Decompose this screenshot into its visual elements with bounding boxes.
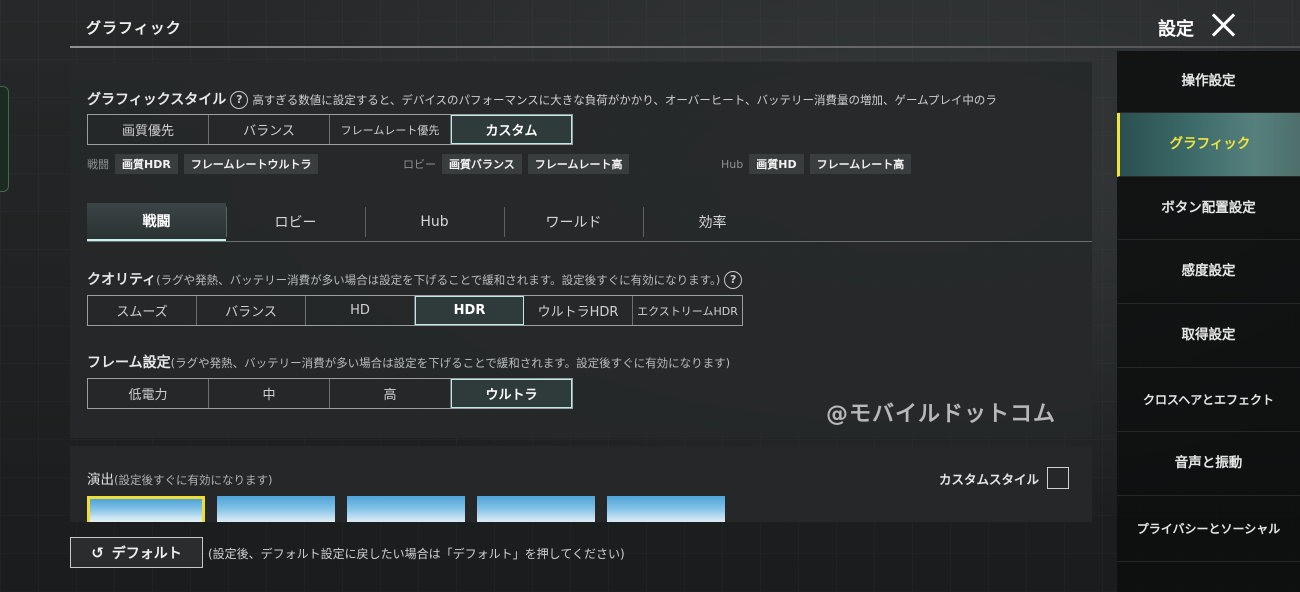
frame-header: フレーム設定(ラグや発熱、バッテリー消費が多い場合は設定を下げることで緩和されま…	[87, 352, 730, 372]
quality-option[interactable]: スムーズ	[88, 296, 197, 325]
preset-quality-chip: 画質HDR	[115, 154, 178, 174]
graphics-style-selector: 画質優先 バランス フレームレート優先 カスタム	[87, 114, 573, 145]
default-button-label: デフォルト	[111, 545, 182, 562]
preset-label: ロビー	[403, 158, 436, 171]
frame-selector: 低電力中高ウルトラ	[87, 378, 573, 409]
quality-header: クオリティ(ラグや発熱、バッテリー消費が多い場合は設定を下げることで緩和されます…	[87, 269, 746, 289]
preset-frame-chip: フレームレート高	[809, 154, 912, 174]
effect-thumbnail-3[interactable]	[347, 496, 465, 522]
preset-label: Hub	[721, 157, 744, 171]
quality-option[interactable]: ウルトラHDR	[524, 296, 633, 325]
settings-title: 設定	[1158, 19, 1194, 40]
preset-battle: 戦闘 画質HDR フレームレートウルトラ	[87, 154, 324, 174]
quality-note: (ラグや発熱、バッテリー消費が多い場合は設定を下げることで緩和されます。設定後す…	[156, 273, 721, 287]
graphics-style-option[interactable]: バランス	[209, 115, 330, 144]
preset-lobby: ロビー 画質バランス フレームレート高	[403, 154, 635, 174]
sidebar-item-6[interactable]: 音声と振動	[1117, 432, 1300, 496]
default-note: (設定後、デフォルト設定に戻したい場合は「デフォルト」を押してください)	[208, 547, 625, 561]
quality-option[interactable]: エクストリームHDR	[633, 296, 742, 325]
quality-label: クオリティ	[87, 272, 157, 288]
help-icon[interactable]: ?	[230, 90, 249, 109]
sidebar-item-0[interactable]: 操作設定	[1117, 51, 1300, 113]
tab-0[interactable]: 戦闘	[87, 203, 226, 241]
tab-2[interactable]: Hub	[365, 203, 504, 241]
tab-3[interactable]: ワールド	[504, 203, 643, 241]
undo-icon: ↺	[91, 543, 104, 562]
frame-label: フレーム設定	[87, 355, 171, 371]
tab-1[interactable]: ロビー	[226, 203, 365, 241]
preset-quality-chip: 画質バランス	[442, 154, 522, 174]
graphics-style-label: グラフィックスタイル	[87, 92, 227, 108]
preset-frame-chip: フレームレートウルトラ	[183, 154, 319, 174]
header-divider	[70, 46, 1300, 48]
quality-option[interactable]: バランス	[197, 296, 306, 325]
graphics-panel: グラフィックスタイル? 高すぎる数値に設定すると、デバイスのパフォーマンスに大きな…	[70, 62, 1092, 438]
sidebar-item-5[interactable]: クロスヘアとエフェクト	[1117, 368, 1300, 432]
graphics-style-option[interactable]: 画質優先	[88, 115, 209, 144]
preset-quality-chip: 画質HD	[749, 154, 804, 174]
sidebar-item-1[interactable]: グラフィック	[1117, 113, 1300, 177]
tab-4[interactable]: 効率	[643, 203, 782, 241]
preset-hub: Hub 画質HD フレームレート高	[721, 154, 917, 174]
effects-header: 演出(設定後すぐに有効になります)	[87, 468, 272, 488]
preset-frame-chip: フレームレート高	[527, 154, 630, 174]
help-icon[interactable]: ?	[724, 271, 743, 289]
frame-option[interactable]: ウルトラ	[451, 379, 572, 408]
effects-panel: 演出(設定後すぐに有効になります) カスタムスタイル	[70, 446, 1092, 522]
custom-style-label: カスタムスタイル	[939, 471, 1040, 487]
graphics-style-option[interactable]: フレームレート優先	[330, 115, 451, 144]
watermark: @モバイルドットコム	[826, 402, 1057, 427]
sidebar-item-2[interactable]: ボタン配置設定	[1117, 177, 1300, 240]
quality-option[interactable]: HD	[306, 296, 415, 325]
effect-thumbnail-1[interactable]	[87, 496, 205, 522]
effect-thumbnail-4[interactable]	[477, 496, 595, 522]
graphics-style-option[interactable]: カスタム	[451, 115, 572, 144]
frame-note: (ラグや発熱、バッテリー消費が多い場合は設定を下げることで緩和されます。設定後す…	[170, 356, 731, 370]
frame-option[interactable]: 高	[330, 379, 451, 408]
effects-label: 演出	[87, 472, 114, 488]
left-edge-handle	[0, 86, 9, 192]
quality-selector: スムーズ バランス HD HDR ウルトラHDR エクストリームHDR	[87, 295, 743, 326]
effect-thumbnail-5[interactable]	[607, 496, 725, 522]
graphics-style-header: グラフィックスタイル? 高すぎる数値に設定すると、デバイスのパフォーマンスに大きな…	[87, 89, 1085, 109]
custom-style-toggle: カスタムスタイル	[939, 467, 1070, 489]
sidebar-item-7[interactable]: プライバシーとソーシャル	[1117, 496, 1300, 562]
preset-label: 戦闘	[87, 158, 109, 171]
custom-style-checkbox[interactable]	[1047, 467, 1070, 489]
sidebar-item-4[interactable]: 取得設定	[1117, 304, 1300, 368]
effects-note: (設定後すぐに有効になります)	[114, 473, 273, 487]
frame-option[interactable]: 低電力	[88, 379, 209, 408]
settings-sidenav: 操作設定 グラフィック ボタン配置設定 感度設定 取得設定 クロスヘアとエフェクト 音声と振…	[1117, 51, 1300, 592]
default-button[interactable]: ↺ デフォルト	[70, 537, 203, 568]
graphics-style-description: 高すぎる数値に設定すると、デバイスのパフォーマンスに大きな負荷がかかり、オーバー…	[252, 93, 997, 107]
page-title: グラフィック	[86, 19, 182, 37]
mode-tabs: 戦闘 ロビー Hub ワールド 効率	[87, 203, 1092, 242]
effect-thumbnail-2[interactable]	[217, 496, 335, 522]
quality-option[interactable]: HDR	[415, 296, 524, 325]
sidebar-item-3[interactable]: 感度設定	[1117, 240, 1300, 304]
close-icon[interactable]	[1211, 12, 1237, 38]
frame-option[interactable]: 中	[209, 379, 330, 408]
